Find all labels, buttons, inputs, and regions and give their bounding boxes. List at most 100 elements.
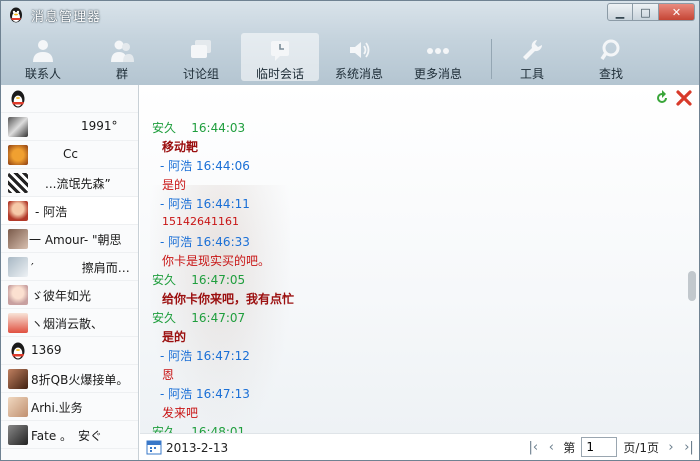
contact-name: ′ 擦肩而… — [31, 261, 130, 275]
tab-label: 群 — [115, 67, 128, 81]
wrench-icon — [523, 40, 543, 60]
toolbar-divider — [491, 39, 492, 79]
message-header: 安久 16:48:01 — [152, 423, 245, 433]
contact-item[interactable]: 1369 — [1, 337, 138, 365]
page-suffix: 页/1页 — [623, 440, 659, 455]
contact-avatar — [8, 173, 28, 193]
tab-label: 讨论组 — [182, 67, 219, 81]
contact-item[interactable]: Arhi.业务 — [1, 393, 138, 421]
message-time: 16:44:03 — [191, 121, 246, 135]
contact-item[interactable]: Fate 。 安ぐ — [1, 421, 138, 449]
sender-name: - 阿浩 — [160, 235, 193, 249]
message-time: 16:44:06 — [195, 159, 250, 173]
tab-label: 更多消息 — [413, 67, 462, 81]
discussion-icon — [191, 40, 211, 58]
message-time: 16:46:33 — [195, 235, 250, 249]
prev-page-button[interactable]: ‹ — [545, 440, 557, 455]
first-page-button[interactable]: |‹ — [527, 440, 539, 455]
scrollbar-thumb[interactable] — [688, 271, 696, 301]
contact-item[interactable]: ...流氓先森” — [1, 169, 138, 197]
message-header: - 阿浩 16:44:11 — [160, 195, 250, 212]
last-page-button[interactable]: ›| — [683, 440, 695, 455]
contact-list: 1991° Cc ...流氓先森” - 阿浩 一 Amour- "朝思 ′ 擦肩… — [1, 85, 139, 460]
contact-name: Arhi.业务 — [31, 401, 83, 415]
message-header: - 阿浩 16:47:12 — [160, 347, 250, 364]
sender-name: - 阿浩 — [160, 197, 193, 211]
tab-label: 临时会话 — [255, 67, 304, 81]
tab-system-messages[interactable]: 系统消息 — [320, 33, 398, 81]
contact-item-active[interactable]: - 阿浩 — [1, 197, 138, 225]
tab-search[interactable]: 查找 — [572, 33, 650, 81]
contact-item[interactable]: ゞ彼年如光 — [1, 281, 138, 309]
contact-item[interactable]: ヽ烟消云散、 — [1, 309, 138, 337]
message-header: 安久 16:44:03 — [152, 119, 245, 136]
message-time: 16:47:13 — [195, 387, 250, 401]
contact-avatar — [8, 313, 28, 333]
title-bar[interactable]: 消息管理器 ▁ □ ✕ — [1, 1, 699, 29]
message-header: - 阿浩 16:46:33 — [160, 233, 250, 250]
tab-tools[interactable]: 工具 — [493, 33, 571, 81]
contact-name: 1369 — [31, 343, 62, 357]
tab-label: 工具 — [519, 67, 544, 81]
sender-name: 安久 — [152, 273, 177, 287]
contact-avatar — [8, 397, 28, 417]
temp-chat-icon — [271, 41, 289, 61]
sender-name: 安久 — [152, 425, 177, 433]
contact-avatar — [8, 201, 28, 221]
message-body: 给你卡你来吧，我有点忙 — [162, 292, 295, 306]
contact-name: Fate 。 安ぐ — [31, 429, 103, 443]
page-number-input[interactable] — [581, 437, 618, 457]
contact-avatar — [8, 257, 28, 277]
page-prefix: 第 — [563, 440, 576, 455]
close-button[interactable]: ✕ — [659, 3, 695, 21]
contact-item[interactable] — [1, 85, 138, 113]
tab-label: 系统消息 — [334, 67, 383, 81]
message-manager-window: 消息管理器 ▁ □ ✕ 联系人 群 讨论组 临时会话 系统消息 更多消息 工具 … — [0, 0, 700, 461]
message-time: 16:47:05 — [191, 273, 246, 287]
header-area: 消息管理器 ▁ □ ✕ 联系人 群 讨论组 临时会话 系统消息 更多消息 工具 … — [1, 1, 699, 85]
contact-avatar — [8, 369, 28, 389]
contact-avatar — [8, 425, 28, 445]
history-date[interactable]: 2013-2-13 — [166, 441, 228, 455]
maximize-button[interactable]: □ — [633, 3, 659, 21]
sender-name: - 阿浩 — [160, 349, 193, 363]
contact-name: ...流氓先森” — [45, 177, 111, 191]
message-body: 是的 — [162, 330, 187, 344]
contact-name: 一 Amour- "朝思 — [29, 233, 122, 247]
message-body: 恩 — [162, 368, 175, 382]
sender-name: 安久 — [152, 311, 177, 325]
message-body: 是的 — [162, 178, 187, 192]
tab-more-messages[interactable]: 更多消息 — [399, 33, 477, 81]
speaker-icon — [350, 42, 370, 58]
history-scrollbar[interactable] — [686, 85, 698, 433]
tab-contacts[interactable]: 联系人 — [4, 33, 82, 81]
contact-item[interactable]: ′ 擦肩而… — [1, 253, 138, 281]
contact-item[interactable]: 一 Amour- "朝思 — [1, 225, 138, 253]
sender-name: 安久 — [152, 121, 177, 135]
sender-name: - 阿浩 — [160, 387, 193, 401]
contact-avatar — [8, 229, 28, 249]
qq-penguin-avatar — [11, 90, 25, 108]
tab-label: 联系人 — [24, 67, 61, 81]
contact-name: Cc — [63, 147, 78, 161]
message-body: 发来吧 — [162, 406, 199, 420]
tab-temp-chat[interactable]: 临时会话 — [241, 33, 319, 81]
qq-penguin-avatar — [11, 342, 25, 360]
contact-item[interactable]: Cc — [1, 141, 138, 169]
next-page-button[interactable]: › — [665, 440, 677, 455]
main-toolbar: 联系人 群 讨论组 临时会话 系统消息 更多消息 工具 查找 — [1, 31, 699, 83]
contact-name: ヽ烟消云散、 — [31, 317, 104, 331]
refresh-icon[interactable] — [653, 89, 671, 107]
contact-item[interactable]: 8折QB火爆接单。 — [1, 365, 138, 393]
message-history: 安久 16:44:03 移动靶 - 阿浩 16:44:06 是的 - 阿浩 16… — [140, 85, 699, 433]
more-icon — [427, 48, 449, 54]
message-time: 16:44:11 — [195, 197, 250, 211]
tab-discussion[interactable]: 讨论组 — [162, 33, 240, 81]
contact-name: ゞ彼年如光 — [31, 289, 92, 303]
calendar-icon[interactable] — [146, 439, 162, 455]
pagination: |‹ ‹ 第 页/1页 › ›| — [527, 437, 695, 457]
minimize-button[interactable]: ▁ — [607, 3, 633, 21]
contact-item[interactable]: 1991° — [1, 113, 138, 141]
tab-groups[interactable]: 群 — [83, 33, 161, 81]
person-icon — [33, 40, 53, 62]
